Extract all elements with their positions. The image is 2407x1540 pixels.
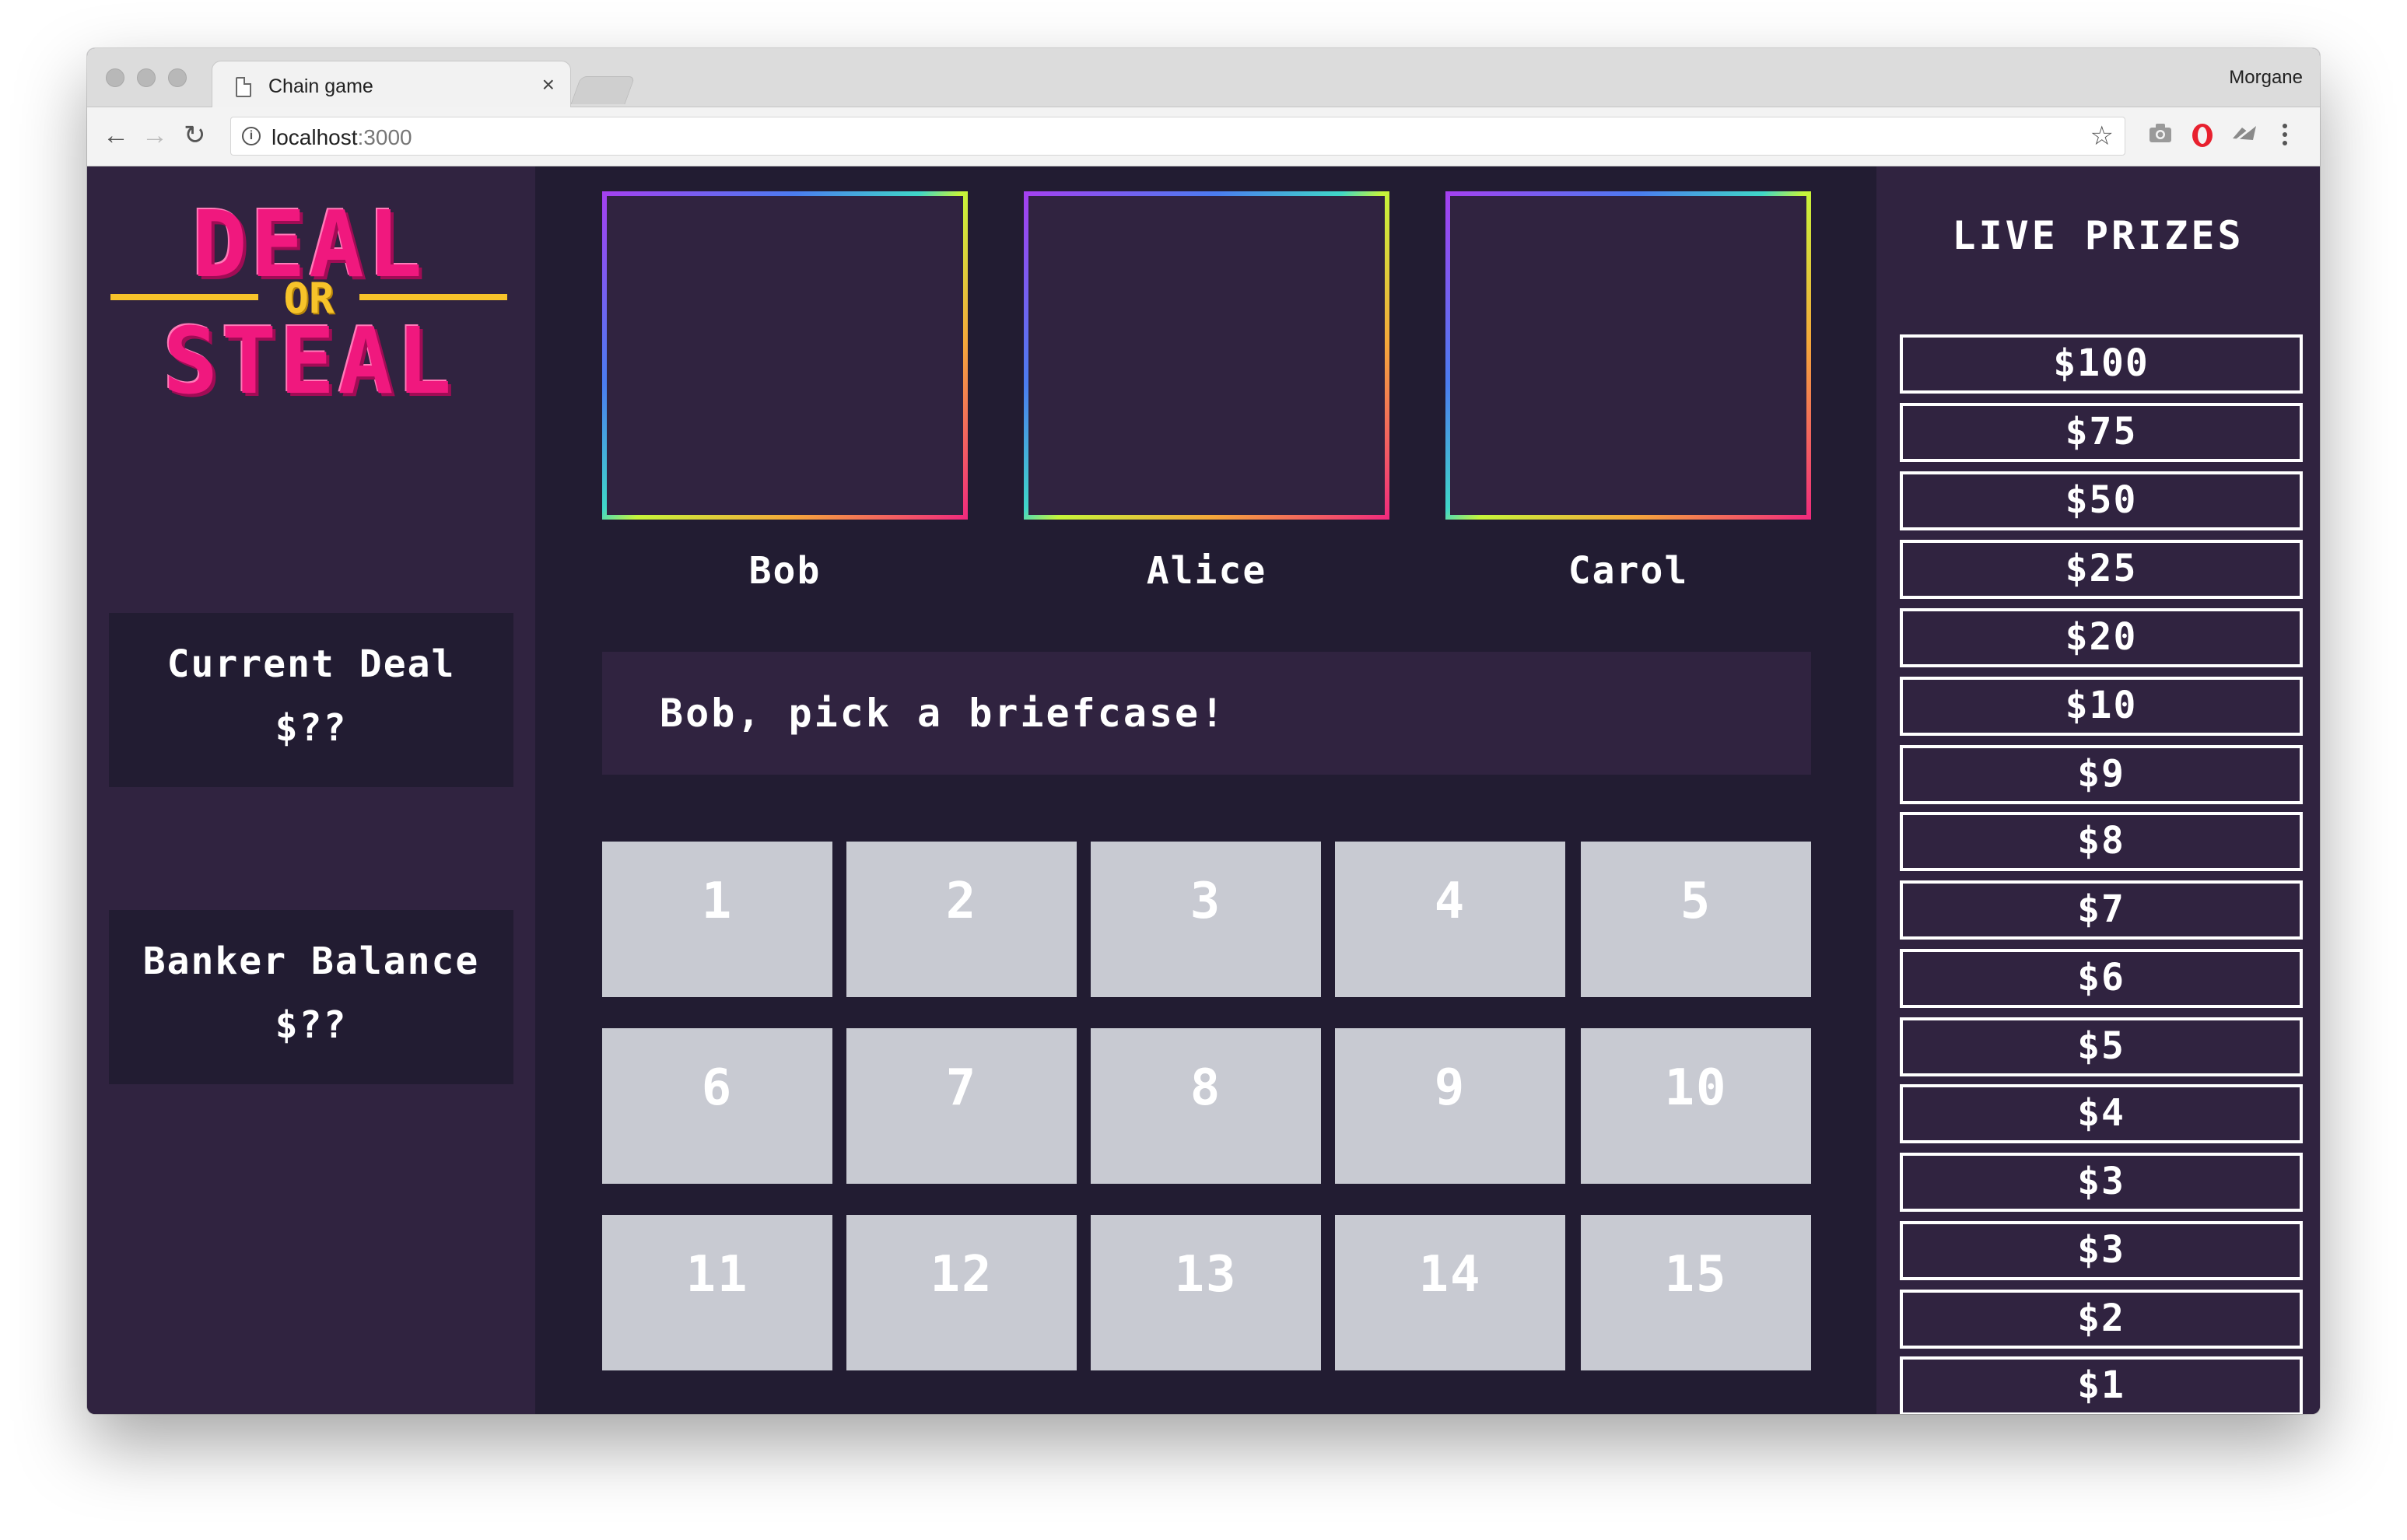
extension-icon[interactable] <box>2231 123 2258 151</box>
prize-item: $3 <box>1900 1221 2303 1280</box>
prize-item: $50 <box>1900 471 2303 530</box>
briefcase-2[interactable]: 2 <box>846 842 1077 997</box>
logo-divider-right <box>359 294 507 300</box>
player-name: Alice <box>1146 549 1267 593</box>
briefcase-6[interactable]: 6 <box>602 1028 832 1184</box>
prize-item: $5 <box>1900 1017 2303 1076</box>
briefcase-5[interactable]: 5 <box>1581 842 1811 997</box>
minimize-window-button[interactable] <box>137 68 156 87</box>
player-video-frame <box>1024 191 1389 520</box>
url-text: localhost:3000 <box>272 125 412 150</box>
player-card: Carol <box>1445 191 1811 593</box>
bookmark-star-icon[interactable]: ☆ <box>2090 121 2114 152</box>
banker-balance-box: Banker Balance $?? <box>109 910 513 1084</box>
prize-item: $7 <box>1900 880 2303 940</box>
browser-toolbar: ← → ↻ i localhost:3000 ☆ <box>87 107 2320 166</box>
logo-divider-left <box>110 294 258 300</box>
player-card: Bob <box>602 191 968 593</box>
logo-steal: STEAL <box>163 307 455 415</box>
banker-balance-label: Banker Balance <box>142 940 480 983</box>
prize-item: $9 <box>1900 745 2303 804</box>
new-tab-button[interactable] <box>570 76 636 104</box>
tab-title: Chain game <box>268 75 373 97</box>
page-icon <box>236 77 251 97</box>
briefcase-15[interactable]: 15 <box>1581 1215 1811 1370</box>
briefcase-1[interactable]: 1 <box>602 842 832 997</box>
url-port: :3000 <box>357 125 412 149</box>
player-video-frame <box>1445 191 1811 520</box>
current-deal-box: Current Deal $?? <box>109 613 513 787</box>
url-host: localhost <box>272 125 358 149</box>
prize-item: $8 <box>1900 812 2303 871</box>
briefcase-11[interactable]: 11 <box>602 1215 832 1370</box>
tab-close-icon[interactable]: × <box>542 72 555 97</box>
prize-item: $1 <box>1900 1356 2303 1414</box>
prize-item: $100 <box>1900 334 2303 394</box>
prize-item: $3 <box>1900 1153 2303 1212</box>
back-arrow-icon[interactable]: ← <box>103 120 129 151</box>
live-prizes-title: LIVE PRIZES <box>1952 213 2244 258</box>
game-app: DEAL OR STEAL Current Deal $?? Banker Ba… <box>87 166 2320 1414</box>
site-info-icon[interactable]: i <box>242 127 261 145</box>
live-prizes-panel: LIVE PRIZES $100 $75 $50 $25 $20 $10 $9 … <box>1876 166 2320 1414</box>
camera-icon[interactable] <box>2149 123 2172 149</box>
player-name: Carol <box>1568 549 1689 593</box>
forward-arrow-icon[interactable]: → <box>142 120 168 151</box>
prize-item: $25 <box>1900 540 2303 599</box>
left-panel: DEAL OR STEAL Current Deal $?? Banker Ba… <box>87 166 535 1414</box>
prize-item: $10 <box>1900 677 2303 736</box>
player-video-frame <box>602 191 968 520</box>
close-window-button[interactable] <box>106 68 124 87</box>
browser-window: Chain game × Morgane ← → ↻ i localhost:3… <box>87 48 2320 1414</box>
current-deal-label: Current Deal <box>166 642 456 686</box>
briefcase-9[interactable]: 9 <box>1335 1028 1565 1184</box>
address-bar[interactable]: i localhost:3000 ☆ <box>230 117 2125 156</box>
briefcase-7[interactable]: 7 <box>846 1028 1077 1184</box>
prize-item: $2 <box>1900 1290 2303 1349</box>
menu-kebab-icon[interactable] <box>2281 123 2289 152</box>
opera-icon[interactable] <box>2191 123 2214 154</box>
tab-chain-game[interactable]: Chain game × <box>212 61 571 109</box>
briefcase-12[interactable]: 12 <box>846 1215 1077 1370</box>
prize-item: $75 <box>1900 403 2303 462</box>
tab-strip: Chain game × Morgane <box>87 48 2320 109</box>
banker-balance-value: $?? <box>275 1003 348 1047</box>
status-message: Bob, pick a briefcase! <box>602 652 1811 775</box>
prize-item: $20 <box>1900 608 2303 667</box>
player-card: Alice <box>1024 191 1389 593</box>
profile-name[interactable]: Morgane <box>2229 67 2303 89</box>
briefcase-13[interactable]: 13 <box>1091 1215 1321 1370</box>
reload-icon[interactable]: ↻ <box>184 120 206 151</box>
briefcase-8[interactable]: 8 <box>1091 1028 1321 1184</box>
zoom-window-button[interactable] <box>168 68 187 87</box>
prize-item: $4 <box>1900 1084 2303 1143</box>
prize-item: $6 <box>1900 949 2303 1008</box>
briefcase-14[interactable]: 14 <box>1335 1215 1565 1370</box>
briefcase-3[interactable]: 3 <box>1091 842 1321 997</box>
briefcase-4[interactable]: 4 <box>1335 842 1565 997</box>
briefcase-10[interactable]: 10 <box>1581 1028 1811 1184</box>
current-deal-value: $?? <box>275 706 348 750</box>
player-name: Bob <box>748 549 822 593</box>
deal-or-steal-logo: DEAL OR STEAL <box>110 194 507 411</box>
game-board: Bob Alice Carol Bob, pick a briefcase! 1… <box>535 166 1876 1414</box>
